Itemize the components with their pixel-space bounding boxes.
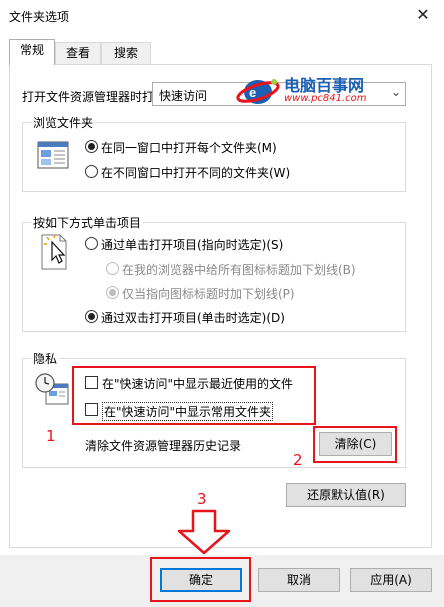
watermark-logo: e 电脑百事网 www.pc841.com [236,72,384,108]
apply-button[interactable]: 应用(A) [350,568,432,592]
annotation-box-1 [72,366,316,425]
clear-history-label: 清除文件资源管理器历史记录 [85,439,242,453]
annotation-number-1: 1 [46,427,56,445]
restore-defaults-button[interactable]: 还原默认值(R) [286,483,406,507]
watermark-globe-icon: e [236,79,280,104]
chevron-down-icon: ⌄ [390,85,401,99]
window-title: 文件夹选项 [9,10,70,24]
open-explorer-label: 打开文件资源管理器时打 [22,90,152,104]
browse-folders-group [22,122,406,192]
double-click-label[interactable]: 通过双击打开项目(单击时选定)(D) [101,309,285,326]
cancel-button[interactable]: 取消 [258,568,340,592]
radio-underline-hover[interactable] [106,286,119,299]
single-click-label[interactable]: 通过单击打开项目(指向时选定)(S) [101,236,283,253]
watermark-url: www.pc841.com [284,93,367,104]
radio-double-click[interactable] [85,310,98,323]
window-icon [37,141,69,169]
new-window-label[interactable]: 在不同窗口中打开不同的文件夹(W) [101,164,290,181]
radio-underline-all[interactable] [106,262,119,275]
svg-text:e: e [249,85,256,100]
click-items-title: 按如下方式单击项目 [31,214,144,231]
tab-view[interactable]: 查看 [55,42,101,64]
ok-button[interactable]: 确定 [160,568,242,592]
annotation-number-3: 3 [197,490,207,508]
same-window-label[interactable]: 在同一窗口中打开每个文件夹(M) [101,139,277,156]
annotation-number-2: 2 [293,451,303,469]
privacy-clock-icon [35,373,69,405]
down-arrow-icon [177,509,231,555]
dropdown-selected-value: 快速访问 [159,89,208,103]
tab-general[interactable]: 常规 [9,39,55,65]
close-icon[interactable]: ✕ [413,6,433,24]
privacy-title: 隐私 [31,350,60,367]
annotation-box-2 [313,426,397,463]
underline-hover-label[interactable]: 仅当指向图标标题时加下划线(P) [122,285,295,302]
underline-all-label[interactable]: 在我的浏览器中给所有图标标题加下划线(B) [122,261,356,278]
title-bar: 文件夹选项 ✕ [0,0,444,30]
browse-folders-title: 浏览文件夹 [31,114,96,131]
radio-same-window[interactable] [85,140,98,153]
tab-search[interactable]: 搜索 [101,42,151,64]
radio-single-click[interactable] [85,237,98,250]
radio-new-window[interactable] [85,165,98,178]
pointer-click-icon [41,234,67,270]
